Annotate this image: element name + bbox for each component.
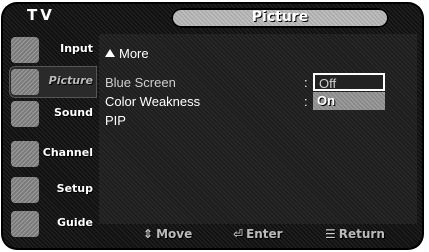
dropdown-option-on[interactable]: On — [313, 92, 385, 110]
menu-title: Picture — [251, 9, 309, 25]
option-label: Off — [319, 76, 337, 91]
color-weakness-separator: : — [304, 94, 308, 109]
dropdown-option-off[interactable]: Off — [313, 73, 385, 91]
blue-screen-separator: : — [304, 75, 308, 90]
sidebar-item-input[interactable]: Input — [9, 34, 97, 66]
hint-bar: ⇕ Move ⏎ Enter ☰ Return — [99, 224, 417, 246]
input-icon — [11, 37, 39, 63]
more-label: More — [119, 46, 149, 61]
sidebar-item-label: Setup — [56, 182, 93, 195]
color-weakness-item[interactable]: Color Weakness — [105, 94, 200, 109]
up-arrow-icon — [105, 49, 115, 57]
blue-screen-item[interactable]: Blue Screen — [105, 75, 176, 90]
sidebar-item-sound[interactable]: Sound — [9, 98, 97, 130]
tv-screen: TV Picture Input Picture Sound Channel S… — [0, 0, 429, 252]
sidebar-item-label: Sound — [53, 106, 93, 119]
sound-icon — [11, 101, 39, 127]
option-label: On — [317, 93, 336, 108]
channel-icon — [11, 141, 39, 167]
sidebar-item-label: Input — [60, 42, 93, 55]
sidebar-item-label: Picture — [48, 74, 93, 87]
more-item[interactable]: More — [105, 46, 149, 61]
settings-panel: More Blue Screen : Color Weakness : PIP … — [99, 34, 417, 224]
picture-icon — [11, 69, 39, 95]
title-bar: TV Picture — [3, 4, 422, 30]
return-hint: ☰ Return — [325, 227, 385, 241]
sidebar-item-setup[interactable]: Setup — [9, 174, 97, 206]
move-hint: ⇕ Move — [143, 227, 192, 241]
move-hint-label: Move — [156, 227, 193, 241]
move-arrows-icon: ⇕ — [143, 227, 154, 241]
setup-icon — [11, 177, 39, 203]
sidebar: Input Picture Sound Channel Setup Guide — [9, 34, 97, 242]
sidebar-item-guide[interactable]: Guide — [9, 208, 97, 240]
enter-hint-label: Enter — [246, 227, 283, 241]
return-icon: ☰ — [325, 227, 336, 241]
enter-icon: ⏎ — [233, 227, 244, 241]
guide-icon — [11, 211, 39, 237]
device-label: TV — [27, 6, 55, 24]
sidebar-item-picture[interactable]: Picture — [9, 66, 97, 98]
enter-hint: ⏎ Enter — [233, 227, 283, 241]
osd-menu: TV Picture Input Picture Sound Channel S… — [3, 4, 422, 248]
pip-item[interactable]: PIP — [105, 113, 126, 128]
sidebar-item-label: Guide — [57, 216, 93, 229]
menu-title-pill: Picture — [171, 8, 389, 28]
sidebar-item-channel[interactable]: Channel — [9, 138, 97, 170]
return-hint-label: Return — [338, 227, 385, 241]
sidebar-item-label: Channel — [42, 146, 93, 159]
